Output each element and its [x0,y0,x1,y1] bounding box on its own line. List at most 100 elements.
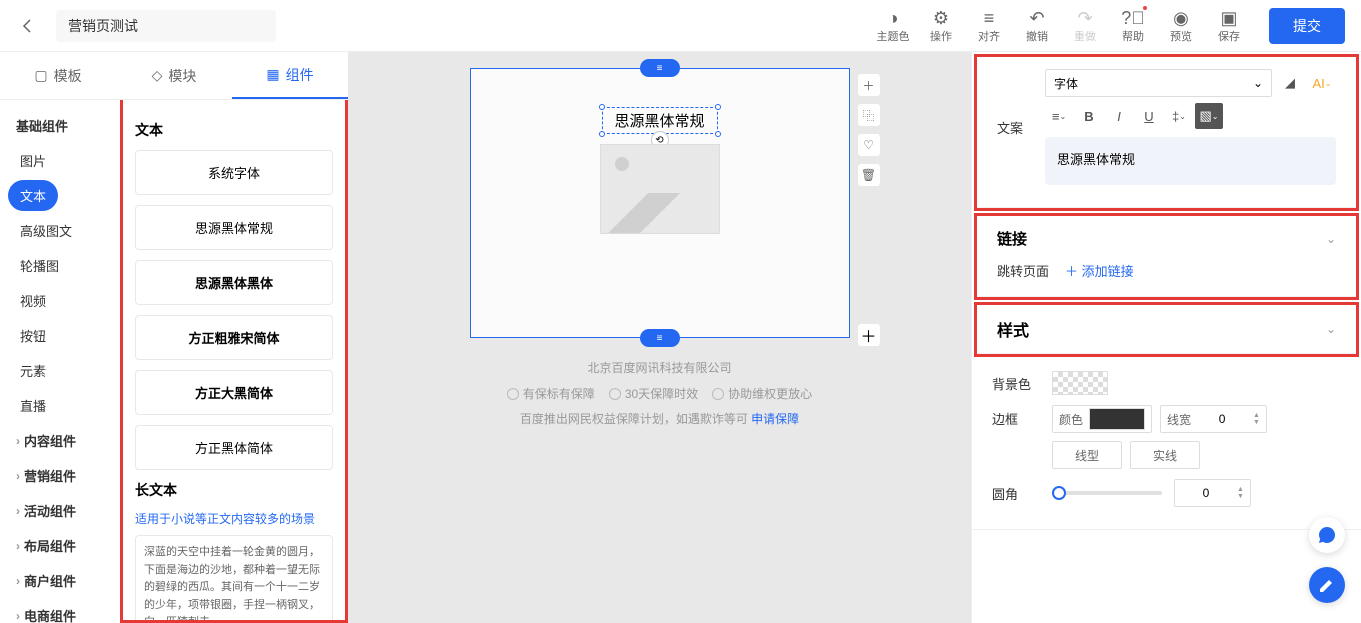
help-tool[interactable]: ?⃝帮助 [1109,4,1157,48]
jump-label: 跳转页面 [997,261,1049,280]
save-tool[interactable]: ▣保存 [1205,4,1253,48]
radius-input-group[interactable]: ▲▼ [1174,479,1251,507]
style-body: 背景色 边框 颜色 线宽▲▼ 线型 实线 圆角 ▲▼ [972,359,1361,530]
bg-fill-button[interactable]: ▧⌄ [1195,103,1223,129]
stepper-down[interactable]: ▼ [1237,493,1244,500]
font-fz-dahei[interactable]: 方正大黑简体 [135,370,333,415]
bg-label: 背景色 [992,374,1040,393]
submit-button[interactable]: 提交 [1269,8,1345,44]
underline-button[interactable]: U [1135,103,1163,129]
align-button[interactable]: ≡⌄ [1045,103,1073,129]
sidebar-item-element[interactable]: 元素 [0,353,120,388]
border-color-control[interactable]: 颜色 [1052,405,1152,433]
style-section-header[interactable]: 样式 ⌄ [997,317,1336,341]
undo-icon: ↶ [1029,8,1044,30]
sidebar-layout-group[interactable]: 布局组件 [0,528,120,563]
sidebar-item-carousel[interactable]: 轮播图 [0,248,120,283]
favorite-button[interactable]: ♡ [857,133,881,157]
font-fz-cuyasong[interactable]: 方正粗雅宋简体 [135,315,333,360]
sidebar-item-rich[interactable]: 高级图文 [0,213,120,248]
font-system[interactable]: 系统字体 [135,150,333,195]
preview-tool[interactable]: ◉预览 [1157,4,1205,48]
canvas-frame[interactable]: ≡ ≡ 思源黑体常规 ⟲ ＋ ⿻ ♡ 🗑 ＋ [470,68,850,338]
image-placeholder[interactable] [600,144,720,234]
component-icon: ▦ [266,66,279,83]
canvas-handle-top[interactable]: ≡ [640,59,680,77]
add-element-button[interactable]: ＋ [857,73,881,97]
font-siyuan-bold[interactable]: 思源黑体黑体 [135,260,333,305]
gear-icon: ⚙ [933,8,949,30]
component-list: 文本 系统字体 思源黑体常规 思源黑体黑体 方正粗雅宋简体 方正大黑简体 方正黑… [120,100,348,623]
tab-template[interactable]: ▢模板 [0,52,116,99]
sidebar-item-text[interactable]: 文本 [8,180,58,211]
sidebar-item-image[interactable]: 图片 [0,143,120,178]
ai-button[interactable]: AI⌄ [1308,70,1336,96]
sidebar-content-group[interactable]: 内容组件 [0,423,120,458]
clock-icon [609,388,621,400]
radius-slider[interactable] [1052,491,1162,495]
module-icon: ◇ [152,67,163,84]
left-panel: ▢模板 ◇模块 ▦组件 基础组件 图片 文本 高级图文 轮播图 视频 按钮 元素… [0,52,348,623]
link-section-header[interactable]: 链接 ⌄ [997,228,1336,249]
border-width-input[interactable] [1197,406,1247,432]
save-icon: ▣ [1220,8,1237,30]
font-siyuan-regular[interactable]: 思源黑体常规 [135,205,333,250]
eye-icon: ◉ [1173,8,1189,30]
add-link-button[interactable]: ＋ 添加链接 [1065,261,1134,280]
guarantee-link[interactable]: 申请保障 [751,412,799,426]
font-select[interactable]: 字体⌄ [1045,69,1272,97]
sidebar-marketing-group[interactable]: 营销组件 [0,458,120,493]
sidebar-item-live[interactable]: 直播 [0,388,120,423]
selected-text-element[interactable]: 思源黑体常规 [601,107,717,134]
sidebar-merchant-group[interactable]: 商户组件 [0,563,120,598]
panel-tabs: ▢模板 ◇模块 ▦组件 [0,52,348,100]
tab-component[interactable]: ▦组件 [232,52,348,99]
stepper-up[interactable]: ▲ [1237,486,1244,493]
bold-button[interactable]: B [1075,103,1103,129]
radius-input[interactable] [1181,480,1231,506]
italic-button[interactable]: I [1105,103,1133,129]
text-color-button[interactable]: ◢ [1276,70,1304,96]
border-width-control[interactable]: 线宽▲▼ [1160,405,1267,433]
canvas-side-tools: ＋ ⿻ ♡ 🗑 [857,73,881,187]
font-fz-heiti[interactable]: 方正黑体简体 [135,425,333,470]
chat-fab[interactable] [1309,517,1345,553]
chevron-down-icon: ⌄ [1326,322,1336,336]
sidebar-activity-group[interactable]: 活动组件 [0,493,120,528]
align-tool[interactable]: ≡对齐 [965,4,1013,48]
chevron-down-icon: ⌄ [1253,76,1263,90]
tab-module[interactable]: ◇模块 [116,52,232,99]
bg-color-picker[interactable] [1052,371,1108,395]
sidebar-basic-group[interactable]: 基础组件 [0,108,120,143]
add-below-button[interactable]: ＋ [857,323,881,347]
copy-element-button[interactable]: ⿻ [857,103,881,127]
sidebar-ecommerce-group[interactable]: 电商组件 [0,598,120,623]
color-swatch[interactable] [1089,408,1145,430]
properties-panel: 文案 字体⌄ ◢ AI⌄ ≡⌄ B I U ‡⌄ ▧⌄ 思 [971,52,1361,623]
line-height-button[interactable]: ‡⌄ [1165,103,1193,129]
line-type-button[interactable]: 线型 [1052,441,1122,469]
stepper-up[interactable]: ▲ [1253,412,1260,419]
template-icon: ▢ [34,67,47,84]
solid-line-button[interactable]: 实线 [1130,441,1200,469]
theme-color-tool[interactable]: ◑主题色 [869,4,917,48]
back-button[interactable] [16,14,40,38]
help-icon: ?⃝ [1121,8,1145,30]
delete-button[interactable]: 🗑 [857,163,881,187]
actions-tool[interactable]: ⚙操作 [917,4,965,48]
text-props-box: 文案 字体⌄ ◢ AI⌄ ≡⌄ B I U ‡⌄ ▧⌄ 思 [974,54,1359,211]
edit-fab[interactable] [1309,567,1345,603]
support-icon [712,388,724,400]
slider-thumb[interactable] [1052,486,1066,500]
sidebar-item-button[interactable]: 按钮 [0,318,120,353]
redo-tool[interactable]: ↷重做 [1061,4,1109,48]
text-content-editor[interactable]: 思源黑体常规 [1045,137,1336,185]
stepper-down[interactable]: ▼ [1253,419,1260,426]
sidebar-item-video[interactable]: 视频 [0,283,120,318]
footer-company: 北京百度网讯科技有限公司 [507,358,812,380]
page-title-input[interactable] [56,10,276,42]
canvas-handle-bottom[interactable]: ≡ [640,329,680,347]
chevron-down-icon: ⌄ [1326,232,1336,246]
undo-tool[interactable]: ↶撤销 [1013,4,1061,48]
longtext-preview[interactable]: 深蓝的天空中挂着一轮金黄的圆月，下面是海边的沙地，都种着一望无际的碧绿的西瓜。其… [135,535,333,623]
